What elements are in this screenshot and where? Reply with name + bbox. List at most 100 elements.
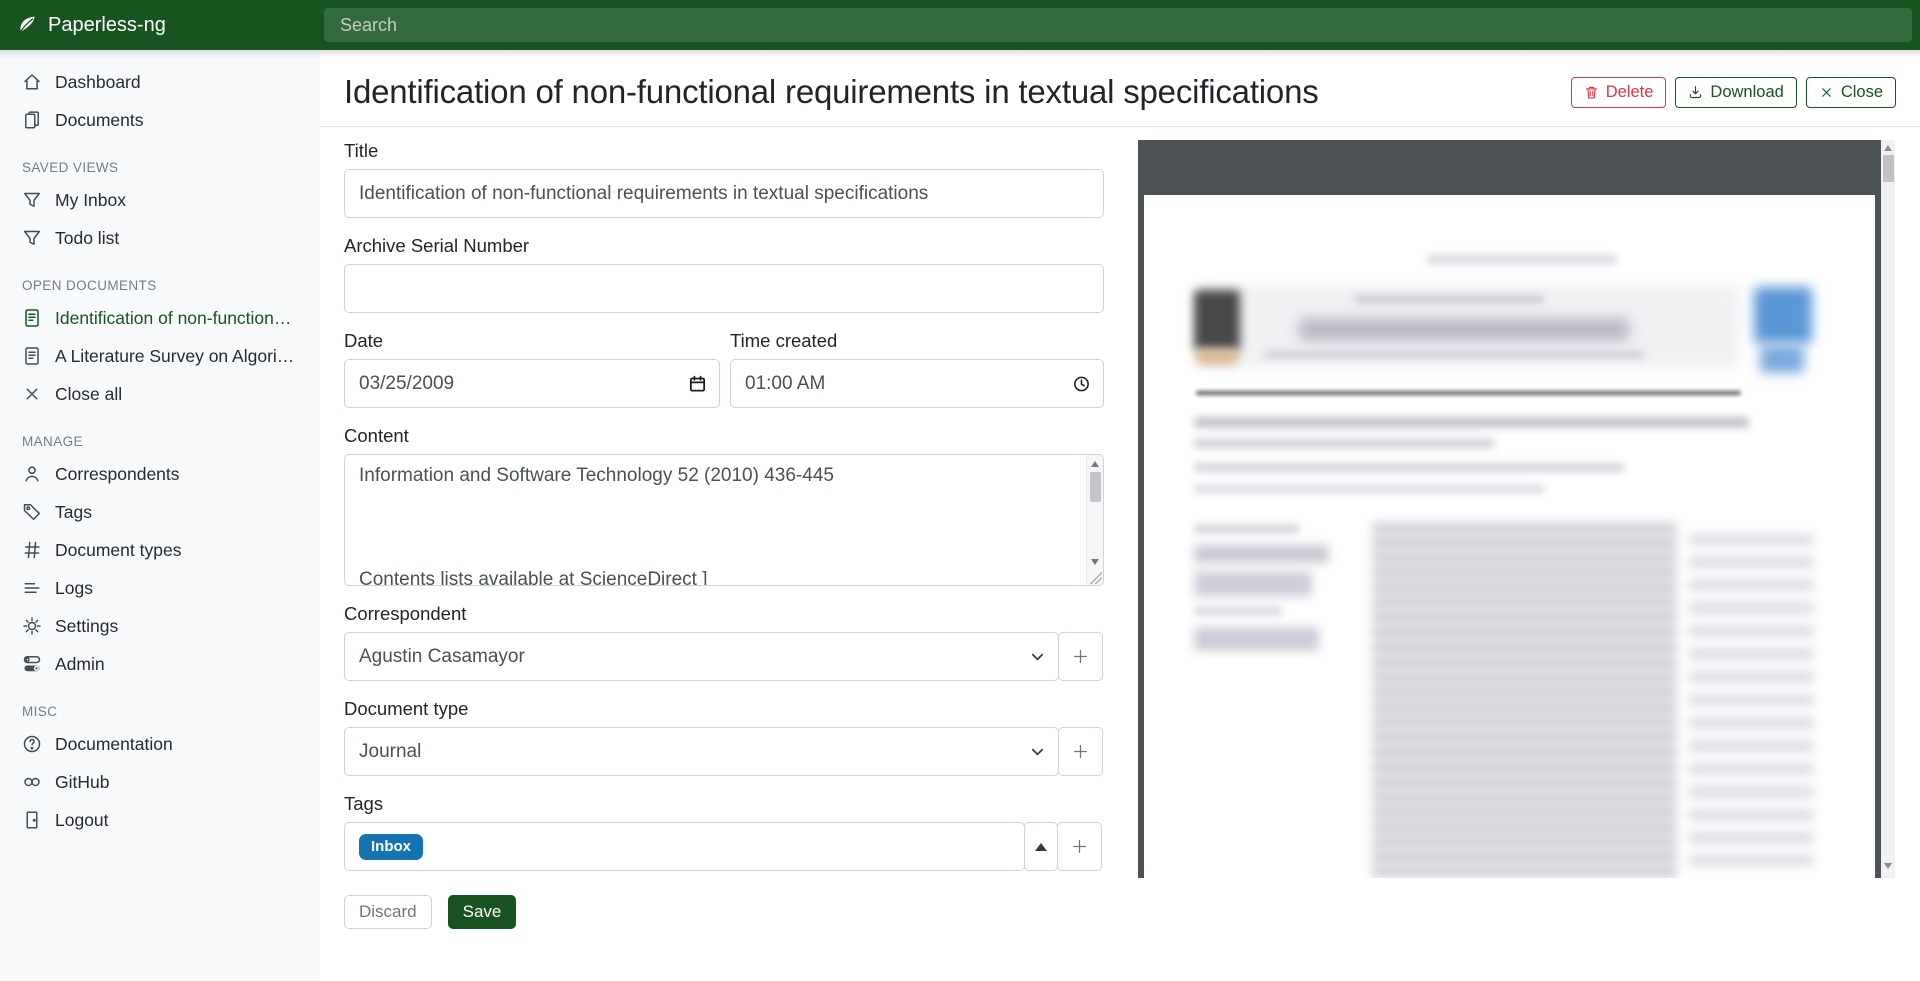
sidebar-item-correspondents[interactable]: Correspondents <box>0 455 320 493</box>
person-icon <box>22 464 42 484</box>
document-header: Identification of non-functional require… <box>320 50 1920 127</box>
scrollbar-thumb[interactable] <box>1883 155 1894 182</box>
chevron-down-icon <box>1030 744 1045 759</box>
top-navbar: Paperless-ng <box>0 0 1920 50</box>
blurred-authors <box>1194 463 1624 472</box>
scroll-up-icon[interactable] <box>1091 461 1099 467</box>
scroll-down-icon[interactable] <box>1091 559 1099 565</box>
blurred-publisher-logo <box>1194 290 1240 350</box>
pdf-scrollbar[interactable] <box>1881 140 1895 878</box>
chevron-down-icon <box>1030 649 1045 664</box>
document-type-select[interactable]: Journal <box>344 727 1059 776</box>
blurred-paper-title <box>1194 417 1749 428</box>
sidebar-item-open-doc-2[interactable]: A Literature Survey on Algorithms for Mu… <box>0 337 320 375</box>
blurred-article-info <box>1194 525 1299 533</box>
sidebar-item-my-inbox[interactable]: My Inbox <box>0 181 320 219</box>
title-input[interactable] <box>359 183 1089 205</box>
search-input[interactable] <box>324 8 1912 42</box>
sidebar-section-misc: MISC <box>0 699 320 723</box>
blurred-article-info <box>1194 545 1329 563</box>
sidebar-item-tags[interactable]: Tags <box>0 493 320 531</box>
sidebar-item-logs[interactable]: Logs <box>0 569 320 607</box>
pdf-page <box>1144 195 1875 878</box>
resize-handle-icon[interactable] <box>1089 571 1102 584</box>
close-icon <box>1819 85 1834 100</box>
logs-icon <box>22 578 42 598</box>
blurred-publisher-logo <box>1196 350 1238 364</box>
trash-icon <box>1584 85 1599 100</box>
title-field <box>344 169 1104 218</box>
document-type-label: Document type <box>344 698 1104 720</box>
blurred-line <box>1427 255 1617 264</box>
scrollbar-thumb[interactable] <box>1090 472 1101 502</box>
sidebar-item-label: Correspondents <box>55 464 180 485</box>
blurred-margin-text <box>1689 535 1814 865</box>
sidebar-item-documents[interactable]: Documents <box>0 101 320 139</box>
pdf-toolbar <box>1138 140 1881 195</box>
sidebar-item-close-all[interactable]: Close all <box>0 375 320 413</box>
plus-icon <box>1072 648 1089 665</box>
content-scrollbar[interactable] <box>1086 455 1103 585</box>
delete-button[interactable]: Delete <box>1571 77 1667 108</box>
asn-label: Archive Serial Number <box>344 235 1104 257</box>
asn-field <box>344 264 1104 313</box>
blurred-line <box>1354 295 1544 303</box>
blurred-abstract-text <box>1372 523 1677 878</box>
hash-icon <box>22 540 42 560</box>
discard-button[interactable]: Discard <box>344 895 432 929</box>
plus-icon <box>1072 743 1089 760</box>
add-correspondent-button[interactable] <box>1058 632 1103 681</box>
pdf-preview-pane <box>1138 140 1895 878</box>
sidebar-item-admin[interactable]: Admin <box>0 645 320 683</box>
sidebar-item-dashboard[interactable]: Dashboard <box>0 63 320 101</box>
gear-icon <box>22 616 42 636</box>
date-label: Date <box>344 330 720 352</box>
scroll-down-icon[interactable] <box>1884 863 1892 869</box>
blurred-journal-logo <box>1760 345 1804 373</box>
tags-input[interactable]: Inbox <box>344 822 1025 871</box>
door-icon <box>22 810 42 830</box>
add-document-type-button[interactable] <box>1058 727 1103 776</box>
time-input[interactable]: 01:00 AM <box>730 359 1104 408</box>
brand[interactable]: Paperless-ng <box>0 0 320 50</box>
sidebar-item-logout[interactable]: Logout <box>0 801 320 839</box>
sidebar-item-label: Identification of non-functional require… <box>55 308 298 329</box>
sidebar-item-label: Todo list <box>55 228 119 249</box>
blurred-article-info <box>1194 627 1319 651</box>
sidebar-item-settings[interactable]: Settings <box>0 607 320 645</box>
sidebar-item-label: Admin <box>55 654 105 675</box>
tags-dropdown-toggle-button[interactable] <box>1024 822 1058 871</box>
caret-up-icon <box>1035 843 1047 851</box>
blurred-divider <box>1196 391 1741 395</box>
sidebar-item-label: Logout <box>55 810 109 831</box>
asn-input[interactable] <box>359 278 1089 300</box>
sidebar-item-documentation[interactable]: Documentation <box>0 725 320 763</box>
filter-icon <box>22 190 42 210</box>
download-button-label: Download <box>1710 83 1783 102</box>
sidebar-item-label: Documentation <box>55 734 173 755</box>
add-tag-button[interactable] <box>1057 822 1102 871</box>
download-button[interactable]: Download <box>1675 77 1796 108</box>
blurred-line <box>1194 439 1494 448</box>
close-button[interactable]: Close <box>1806 77 1896 108</box>
sidebar-item-todo-list[interactable]: Todo list <box>0 219 320 257</box>
calendar-icon[interactable] <box>688 374 707 393</box>
content-textarea[interactable]: Information and Software Technology 52 (… <box>344 454 1104 586</box>
plus-icon <box>1071 838 1088 855</box>
blurred-article-info <box>1194 607 1282 615</box>
app-window: Paperless-ng Dashboard Documents SAVED V… <box>0 0 1920 981</box>
clock-icon[interactable] <box>1072 374 1091 393</box>
scroll-up-icon[interactable] <box>1884 145 1892 151</box>
sidebar-item-label: Document types <box>55 540 181 561</box>
correspondent-select[interactable]: Agustin Casamayor <box>344 632 1059 681</box>
sidebar-item-github[interactable]: GitHub <box>0 763 320 801</box>
date-input[interactable]: 03/25/2009 <box>344 359 720 408</box>
save-button[interactable]: Save <box>448 895 517 929</box>
sidebar-item-document-types[interactable]: Document types <box>0 531 320 569</box>
sidebar-item-label: Logs <box>55 578 93 599</box>
file-text-icon <box>22 308 42 328</box>
sidebar-item-label: Settings <box>55 616 118 637</box>
time-label: Time created <box>730 330 1104 352</box>
sidebar: Dashboard Documents SAVED VIEWS My Inbox… <box>0 50 320 981</box>
sidebar-item-open-doc-1[interactable]: Identification of non-functional require… <box>0 299 320 337</box>
